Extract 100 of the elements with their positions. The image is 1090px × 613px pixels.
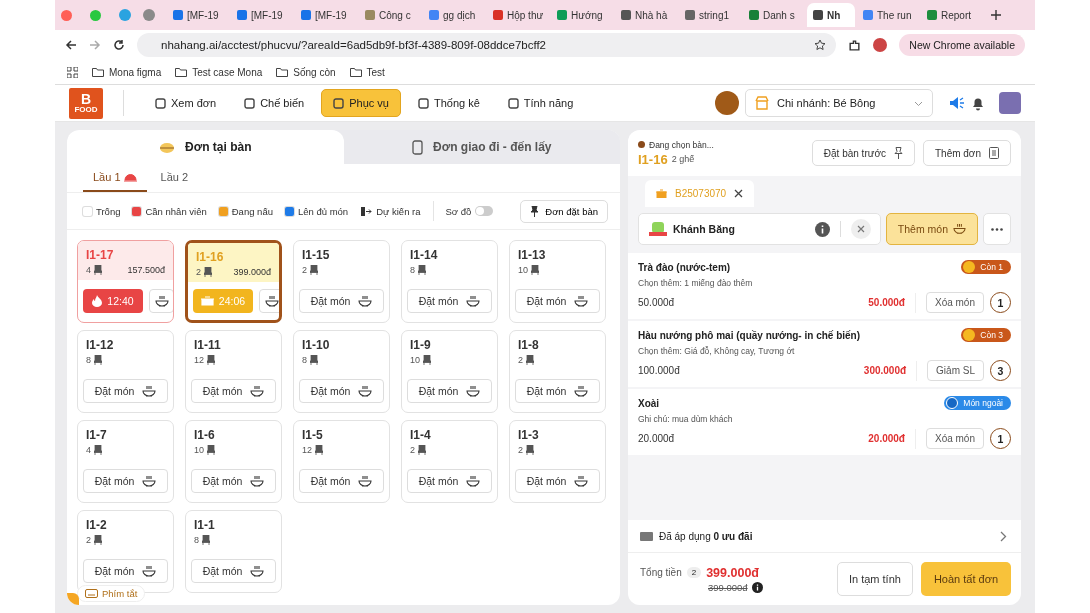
floor-tab[interactable]: Lầu 1 <box>83 164 147 192</box>
extensions-icon[interactable] <box>848 38 862 52</box>
folder-icon[interactable] <box>175 67 188 77</box>
order-food-button[interactable]: Đặt món <box>191 469 276 493</box>
table-card[interactable]: I1-16 2 399.000đ 24:06 <box>185 240 282 323</box>
browser-tab[interactable]: Hướng <box>571 9 603 21</box>
order-food-button[interactable]: Đặt món <box>515 289 600 313</box>
order-food-button[interactable]: Đặt món <box>299 469 384 493</box>
order-food-button[interactable]: Đặt món <box>299 379 384 403</box>
table-card[interactable]: I1-10 8 Đặt món <box>293 330 390 413</box>
user-avatar[interactable] <box>999 92 1021 114</box>
folder-icon[interactable] <box>349 67 362 77</box>
shortcut-button[interactable]: Phím tắt <box>77 585 146 602</box>
info-icon[interactable] <box>751 581 763 593</box>
folder-icon[interactable] <box>276 67 289 77</box>
order-food-button[interactable]: Đặt món <box>299 289 384 313</box>
order-action-button[interactable]: Đặt bàn trước <box>811 140 915 166</box>
nav-tab[interactable]: Phục vụ <box>321 89 401 117</box>
table-card[interactable]: I1-5 12 Đặt món <box>293 420 390 503</box>
table-card[interactable]: I1-8 2 Đặt món <box>509 330 606 413</box>
order-food-button[interactable]: Đặt món <box>83 559 168 583</box>
browser-tab[interactable]: The run <box>877 9 912 21</box>
branch-select[interactable]: Chi nhánh: Bé Bông <box>745 89 933 117</box>
close-icon[interactable] <box>734 189 744 198</box>
clear-icon[interactable] <box>850 219 871 239</box>
browser-tab[interactable]: Nhà hà <box>635 9 668 21</box>
order-food-button[interactable] <box>259 289 279 313</box>
profile-avatar[interactable] <box>873 38 888 52</box>
browser-tab[interactable]: gg dịch <box>443 9 476 21</box>
order-food-button[interactable]: Đặt món <box>83 379 168 403</box>
bookmark-star-icon[interactable] <box>814 39 827 51</box>
reload-icon[interactable] <box>113 39 125 51</box>
table-card[interactable]: I1-12 8 Đặt món <box>77 330 174 413</box>
table-card[interactable]: I1-14 8 Đặt món <box>401 240 498 323</box>
browser-tab[interactable]: [MF-19 <box>315 9 347 21</box>
map-toggle[interactable] <box>475 206 494 216</box>
speaker-icon[interactable] <box>949 96 965 110</box>
pinned-tab-icon[interactable] <box>143 9 155 21</box>
update-button[interactable]: New Chrome available <box>899 34 1025 56</box>
order-food-button[interactable]: Đặt món <box>191 379 276 403</box>
table-card[interactable]: I1-9 10 Đặt món <box>401 330 498 413</box>
order-food-button[interactable]: Đặt món <box>515 469 600 493</box>
seat-count: 8 <box>194 535 199 545</box>
nav-tab[interactable]: Xem đơn <box>144 90 228 116</box>
back-icon[interactable] <box>65 39 77 51</box>
browser-tab[interactable]: Hộp thư <box>507 9 544 21</box>
line-total: 20.000đ <box>868 433 905 444</box>
apps-grid-icon[interactable] <box>67 66 78 78</box>
table-card[interactable]: I1-13 10 Đặt món <box>509 240 606 323</box>
order-food-button[interactable]: Đặt món <box>515 379 600 403</box>
new-tab-icon[interactable] <box>991 10 1001 20</box>
order-food-button[interactable]: Đặt món <box>407 379 492 403</box>
table-card[interactable]: I1-1 8 Đặt món <box>185 510 282 593</box>
bookmark-link[interactable]: Test <box>366 66 385 78</box>
browser-tab[interactable]: Nh <box>827 9 841 21</box>
folder-icon[interactable] <box>92 67 104 77</box>
add-dish-button[interactable]: Thêm món <box>885 213 978 245</box>
order-food-button[interactable]: Đặt món <box>191 559 276 583</box>
order-food-button[interactable]: Đặt món <box>407 469 492 493</box>
bookmark-link[interactable]: Sống còn <box>293 66 336 78</box>
bowl-icon <box>250 384 265 398</box>
print-button[interactable]: In tạm tính <box>836 562 913 596</box>
seat-count: 2 <box>86 535 91 545</box>
booking-button[interactable]: Đơn đặt bàn <box>520 199 608 223</box>
bowl-icon <box>358 384 373 398</box>
timer-button[interactable]: 12:40 <box>83 289 143 313</box>
info-icon[interactable] <box>814 221 830 237</box>
dish-action-button[interactable]: Xóa món <box>925 428 984 449</box>
table-card[interactable]: I1-15 2 Đặt món <box>293 240 390 323</box>
table-card[interactable]: I1-7 4 Đặt món <box>77 420 174 503</box>
bookmark-link[interactable]: Mona figma <box>109 66 162 78</box>
table-card[interactable]: I1-6 10 Đặt món <box>185 420 282 503</box>
bookmark-link[interactable]: Test case Mona <box>192 66 263 78</box>
nav-tab[interactable]: Tính năng <box>496 90 585 116</box>
table-card[interactable]: I1-3 2 Đặt món <box>509 420 606 503</box>
square-icon <box>155 97 166 109</box>
order-food-button[interactable] <box>149 289 173 313</box>
table-card[interactable]: I1-11 12 Đặt món <box>185 330 282 413</box>
nav-tab[interactable]: Chế biến <box>233 90 316 116</box>
browser-tab[interactable]: Danh s <box>763 9 795 21</box>
browser-tab[interactable]: Công c <box>379 9 411 21</box>
chevron-right-icon[interactable] <box>1000 530 1007 542</box>
order-type-tab[interactable]: Đơn tại bàn <box>67 130 344 164</box>
keyboard-icon <box>85 589 98 598</box>
table-card[interactable]: I1-4 2 Đặt món <box>401 420 498 503</box>
browser-tab[interactable]: Report <box>941 9 971 21</box>
table-card[interactable]: I1-17 4 157.500đ 12:40 <box>77 240 174 323</box>
finish-order-button[interactable]: Hoàn tất đơn <box>920 562 1011 596</box>
nav-tab[interactable]: Thống kê <box>406 90 491 116</box>
dish-action-button[interactable]: Xóa món <box>925 292 984 313</box>
order-action-button[interactable]: Thêm đơn <box>922 140 1011 166</box>
browser-tab[interactable]: [MF-19 <box>187 9 219 21</box>
browser-tab[interactable]: string1 <box>699 9 729 21</box>
floor-tab[interactable]: Lầu 2 <box>150 164 199 192</box>
order-food-button[interactable]: Đặt món <box>407 289 492 313</box>
browser-tab[interactable]: [MF-19 <box>251 9 283 21</box>
seat-count: 10 <box>410 355 420 365</box>
order-food-button[interactable]: Đặt món <box>83 469 168 493</box>
robot-avatar-icon[interactable] <box>715 91 739 115</box>
dish-action-button[interactable]: Giảm SL <box>927 360 984 381</box>
